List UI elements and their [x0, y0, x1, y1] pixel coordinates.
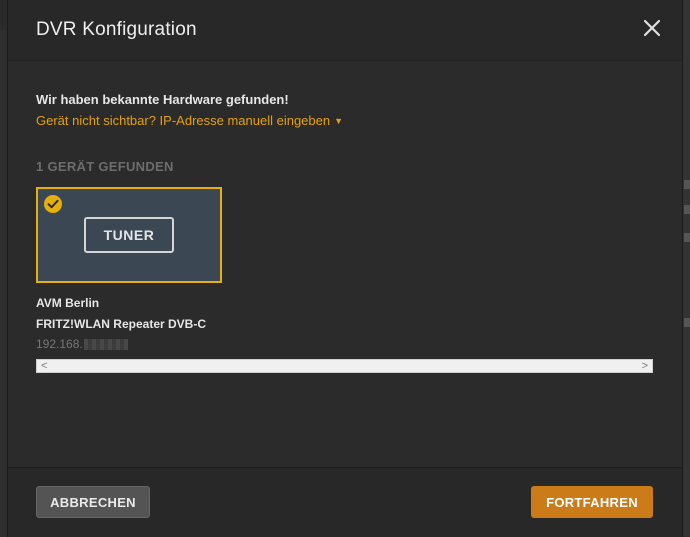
device-brand: AVM Berlin: [36, 296, 100, 310]
close-button[interactable]: [640, 16, 664, 40]
hardware-found-text: Wir haben bekannte Hardware gefunden!: [36, 92, 289, 107]
manual-ip-link-label: Gerät nicht sichtbar? IP-Adresse manuell…: [36, 113, 331, 128]
dialog-body: Wir haben bekannte Hardware gefunden! Ge…: [8, 61, 682, 467]
backdrop-mark: [684, 233, 690, 242]
close-icon: [643, 19, 661, 37]
horizontal-scrollbar[interactable]: < >: [36, 359, 653, 373]
dialog-footer: ABBRECHEN FORTFAHREN: [8, 467, 682, 537]
caret-down-icon: ▼: [334, 116, 344, 126]
manual-ip-link[interactable]: Gerät nicht sichtbar? IP-Adresse manuell…: [36, 113, 343, 128]
scroll-right-icon[interactable]: >: [642, 359, 648, 373]
tuner-label: TUNER: [84, 217, 174, 253]
backdrop-mark: [684, 180, 690, 189]
checkmark-icon: [44, 195, 62, 213]
dialog-title: DVR Konfiguration: [36, 19, 197, 40]
device-model: FRITZ!WLAN Repeater DVB-C: [36, 317, 206, 331]
dvr-config-dialog: DVR Konfiguration Wir haben bekannte Har…: [8, 0, 682, 537]
continue-button[interactable]: FORTFAHREN: [531, 486, 653, 518]
ip-redacted: [84, 339, 128, 350]
device-card-tuner[interactable]: TUNER: [36, 187, 222, 283]
devices-found-heading: 1 GERÄT GEFUNDEN: [36, 159, 174, 174]
backdrop-mark: [684, 318, 690, 327]
cancel-button[interactable]: ABBRECHEN: [36, 486, 150, 518]
dialog-header: DVR Konfiguration: [8, 0, 682, 61]
scroll-left-icon[interactable]: <: [41, 359, 47, 373]
backdrop-mark: [684, 205, 690, 214]
device-ip: 192.168.: [36, 337, 83, 351]
